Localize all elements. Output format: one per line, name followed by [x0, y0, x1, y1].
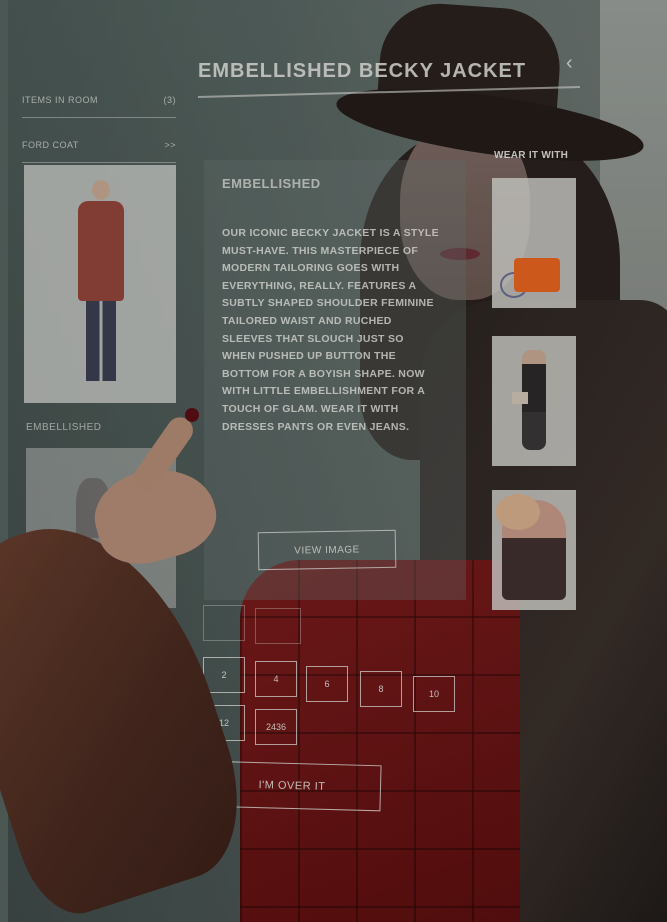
view-image-button[interactable]: VIEW IMAGE — [257, 529, 397, 571]
model-bag — [512, 392, 528, 404]
size-option[interactable]: 4 — [255, 661, 297, 697]
product-card-embellished[interactable] — [26, 448, 176, 608]
chevron-left-icon[interactable]: ‹ — [566, 52, 573, 75]
wear-it-with-label: WEAR IT WITH — [494, 150, 569, 161]
model-figure — [76, 478, 110, 538]
wear-with-item-outfit[interactable] — [492, 336, 576, 466]
description-heading: EMBELLISHED — [222, 176, 321, 191]
model-hair — [496, 494, 540, 530]
im-over-it-button[interactable]: I'M OVER IT — [202, 760, 382, 812]
size-option[interactable] — [203, 605, 245, 641]
sidebar-item-label: FORD COAT — [22, 140, 79, 150]
size-option[interactable]: 2436 — [255, 709, 297, 745]
size-option[interactable] — [255, 608, 301, 644]
size-option[interactable]: 12 — [203, 705, 245, 741]
sidebar-section-label: EMBELLISHED — [26, 422, 102, 433]
size-option[interactable]: 10 — [413, 676, 455, 712]
description-text: OUR ICONIC BECKY JACKET IS A STYLE MUST-… — [222, 227, 439, 433]
sidebar-item-arrow: >> — [164, 140, 176, 150]
size-option[interactable]: 6 — [306, 666, 348, 702]
size-option[interactable]: 8 — [360, 671, 402, 707]
sidebar-item-count: (3) — [163, 95, 176, 105]
wear-with-item-bag[interactable] — [492, 178, 576, 308]
model-head — [92, 180, 110, 200]
sidebar-item-ford-coat[interactable]: FORD COAT >> — [22, 140, 176, 163]
title-divider — [197, 86, 580, 98]
page-title: EMBELLISHED BECKY JACKET — [198, 60, 527, 82]
product-card-ford-coat[interactable] — [24, 165, 176, 403]
orange-bag — [514, 258, 560, 292]
model-coat — [78, 201, 124, 301]
sidebar-item-items-in-room[interactable]: ITEMS IN ROOM (3) — [22, 95, 176, 118]
size-option[interactable]: 2 — [203, 657, 245, 693]
smart-mirror-ui: EMBELLISHED BECKY JACKET ‹ ITEMS IN ROOM… — [0, 0, 667, 922]
sidebar-item-label: ITEMS IN ROOM — [22, 95, 98, 105]
model-legs — [86, 301, 116, 381]
wear-with-item-portrait[interactable] — [492, 490, 576, 610]
